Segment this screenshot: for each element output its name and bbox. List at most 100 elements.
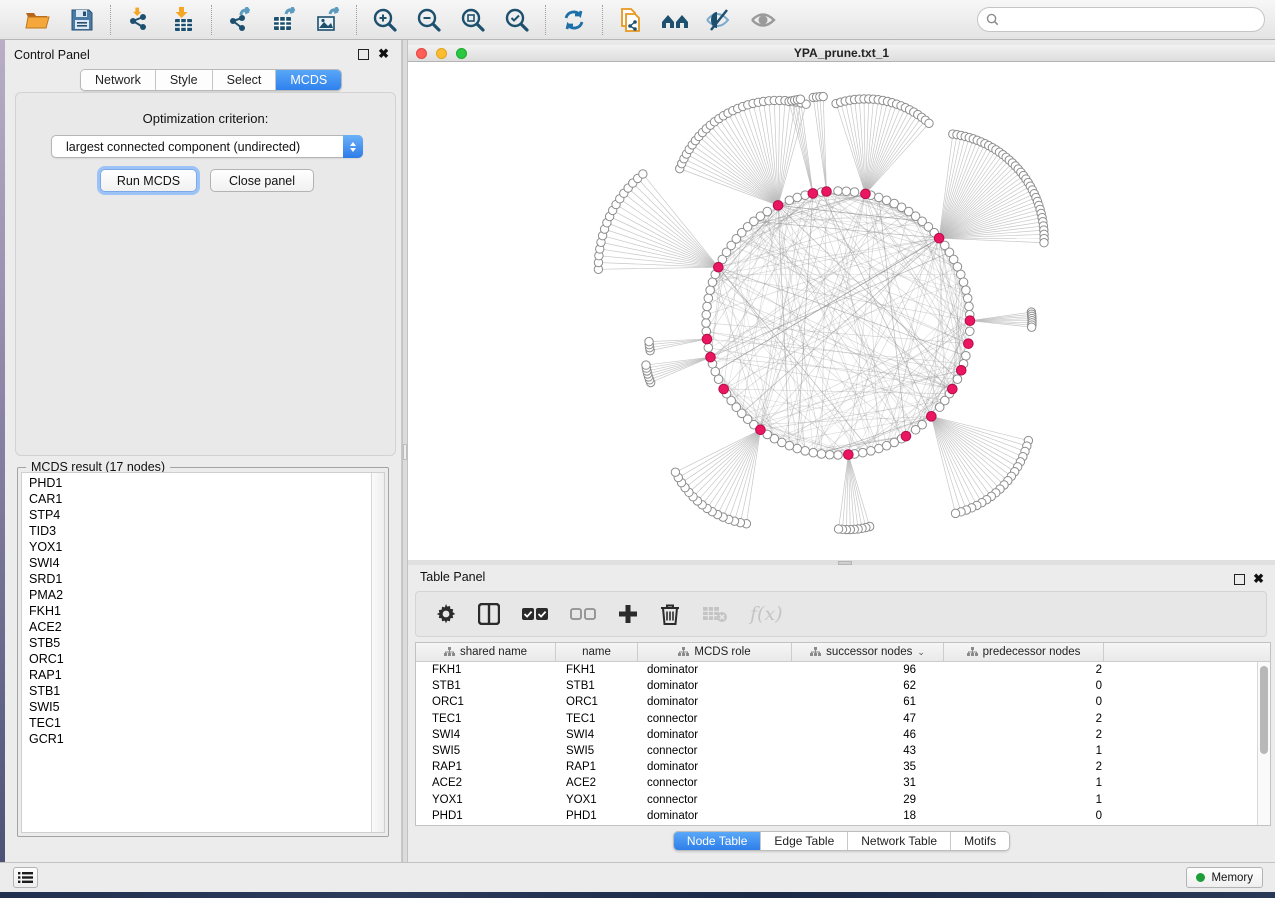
zoom-out-icon[interactable]	[414, 6, 444, 34]
table-panel: Table Panel ✖ f(x) shared namenameMCDS r…	[408, 565, 1275, 862]
table-cell: connector	[638, 713, 792, 725]
horizontal-splitter-handle[interactable]	[838, 561, 852, 565]
import-network-icon[interactable]	[124, 6, 154, 34]
select-all-icon[interactable]	[522, 607, 548, 621]
table-row[interactable]: PHD1PHD1dominator180	[416, 808, 1257, 824]
mcds-result-item[interactable]: STP4	[22, 507, 371, 523]
table-row[interactable]: ORC1ORC1dominator610	[416, 694, 1257, 710]
search-input[interactable]	[977, 7, 1265, 32]
deselect-all-icon[interactable]	[570, 607, 596, 621]
column-header-shared-name[interactable]: shared name	[416, 643, 556, 661]
close-panel-button[interactable]: Close panel	[210, 169, 314, 192]
zoom-in-icon[interactable]	[370, 6, 400, 34]
close-panel-icon[interactable]: ✖	[1253, 572, 1264, 585]
table-cell: dominator	[638, 810, 792, 822]
table-row[interactable]: FKH1FKH1dominator962	[416, 662, 1257, 678]
mcds-result-item[interactable]: CAR1	[22, 491, 371, 507]
zoom-fit-icon[interactable]	[458, 6, 488, 34]
mcds-result-item[interactable]: PHD1	[22, 475, 371, 491]
table-cell: 43	[792, 745, 944, 757]
split-view-icon[interactable]	[478, 603, 500, 625]
optimization-criterion-select[interactable]: largest connected component (undirected)	[51, 135, 363, 158]
table-row[interactable]: RAP1RAP1dominator352	[416, 759, 1257, 775]
table-row[interactable]: SWI4SWI4dominator462	[416, 727, 1257, 743]
tab-style[interactable]: Style	[156, 70, 213, 90]
memory-button[interactable]: Memory	[1186, 867, 1263, 888]
refresh-icon[interactable]	[559, 6, 589, 34]
control-panel-title: Control Panel	[14, 48, 90, 62]
optimization-criterion-label: Optimization criterion:	[16, 111, 395, 126]
export-table-icon[interactable]	[269, 6, 299, 34]
function-builder-icon: f(x)	[750, 603, 783, 625]
vertical-splitter-handle[interactable]	[403, 444, 407, 460]
open-folder-icon[interactable]	[23, 6, 53, 34]
tab-edge-table[interactable]: Edge Table	[761, 832, 848, 850]
export-image-icon[interactable]	[313, 6, 343, 34]
float-panel-icon[interactable]	[1234, 574, 1245, 585]
table-cell: 2	[944, 729, 1104, 741]
hide-selected-icon[interactable]	[704, 6, 734, 34]
delete-icon[interactable]	[660, 603, 680, 625]
table-row[interactable]: ACE2ACE2connector311	[416, 775, 1257, 791]
mcds-list-scrollbar[interactable]	[371, 473, 384, 832]
column-header-MCDS-role[interactable]: MCDS role	[638, 643, 792, 661]
import-table-icon[interactable]	[168, 6, 198, 34]
tab-network-table[interactable]: Network Table	[848, 832, 951, 850]
control-panel-tabs: Network Style Select MCDS	[80, 69, 342, 91]
mcds-result-item[interactable]: YOX1	[22, 539, 371, 555]
table-cell: 96	[792, 664, 944, 676]
tab-network[interactable]: Network	[81, 70, 156, 90]
network-titlebar: YPA_prune.txt_1	[408, 45, 1275, 62]
table-scrollbar-thumb[interactable]	[1260, 666, 1268, 754]
network-canvas[interactable]	[408, 62, 1275, 560]
mcds-result-item[interactable]: STB1	[22, 683, 371, 699]
table-cell: 61	[792, 696, 944, 708]
table-row[interactable]: STB1STB1dominator620	[416, 678, 1257, 694]
column-header-successor-nodes[interactable]: successor nodes⌄	[792, 643, 944, 661]
mcds-result-item[interactable]: TEC1	[22, 715, 371, 731]
mcds-result-item[interactable]: STB5	[22, 635, 371, 651]
float-panel-icon[interactable]	[358, 49, 369, 60]
table-scrollbar[interactable]	[1257, 662, 1270, 825]
close-panel-icon[interactable]: ✖	[378, 47, 389, 60]
add-column-icon[interactable]	[618, 604, 638, 624]
table-cell: 18	[792, 810, 944, 822]
first-neighbors-icon[interactable]	[660, 6, 690, 34]
table-cell: 47	[792, 713, 944, 725]
table-row[interactable]: SWI5SWI5connector431	[416, 743, 1257, 759]
mcds-result-item[interactable]: SRD1	[22, 571, 371, 587]
mcds-result-item[interactable]: PMA2	[22, 587, 371, 603]
tab-motifs[interactable]: Motifs	[951, 832, 1009, 850]
mcds-result-item[interactable]: GCR1	[22, 731, 371, 747]
zoom-selected-icon[interactable]	[502, 6, 532, 34]
tab-mcds[interactable]: MCDS	[276, 70, 341, 90]
menu-list-button[interactable]	[13, 867, 38, 888]
save-icon[interactable]	[67, 6, 97, 34]
column-header-name[interactable]: name	[556, 643, 638, 661]
clone-network-icon[interactable]	[616, 6, 646, 34]
network-window: YPA_prune.txt_1	[408, 45, 1275, 560]
tab-node-table[interactable]: Node Table	[674, 832, 762, 850]
mcds-result-item[interactable]: SWI5	[22, 699, 371, 715]
mcds-result-item[interactable]: RAP1	[22, 667, 371, 683]
table-cell: connector	[638, 745, 792, 757]
show-all-icon[interactable]	[748, 6, 778, 34]
tab-select[interactable]: Select	[213, 70, 277, 90]
mcds-result-item[interactable]: TID3	[22, 523, 371, 539]
mcds-result-item[interactable]: FKH1	[22, 603, 371, 619]
gear-icon[interactable]	[436, 604, 456, 624]
mcds-result-list[interactable]: PHD1CAR1STP4TID3YOX1SWI4SRD1PMA2FKH1ACE2…	[22, 473, 371, 832]
mcds-result-item[interactable]: ACE2	[22, 619, 371, 635]
table-row[interactable]: TEC1TEC1connector472	[416, 711, 1257, 727]
mcds-result-item[interactable]: SWI4	[22, 555, 371, 571]
table-cell: 2	[944, 713, 1104, 725]
column-header-predecessor-nodes[interactable]: predecessor nodes	[944, 643, 1104, 661]
network-graph	[408, 62, 1275, 560]
delete-table-icon	[702, 605, 728, 623]
table-row[interactable]: YOX1YOX1connector291	[416, 792, 1257, 808]
table-cell: RAP1	[556, 761, 638, 773]
run-mcds-button[interactable]: Run MCDS	[100, 169, 197, 192]
table-cell: TEC1	[556, 713, 638, 725]
export-network-icon[interactable]	[225, 6, 255, 34]
mcds-result-item[interactable]: ORC1	[22, 651, 371, 667]
